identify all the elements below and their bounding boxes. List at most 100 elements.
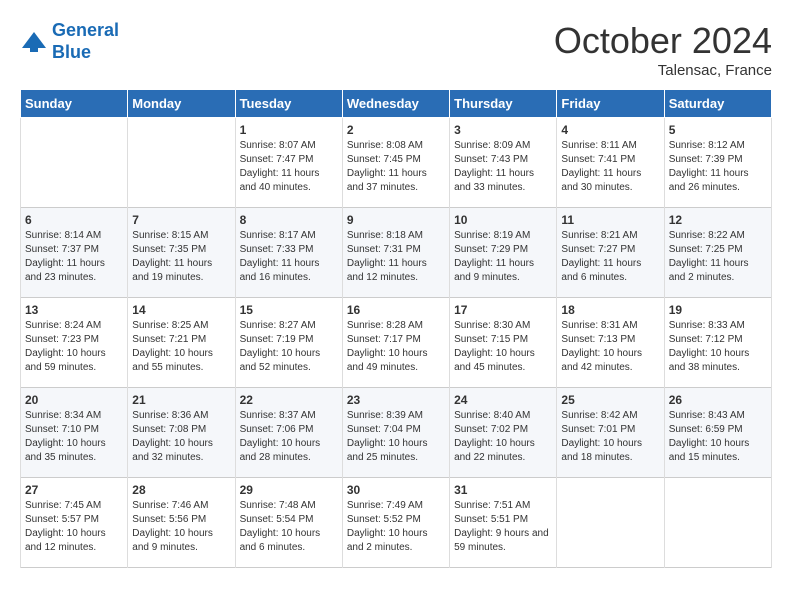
day-number: 15	[240, 303, 338, 317]
day-number: 17	[454, 303, 552, 317]
day-number: 9	[347, 213, 445, 227]
calendar-cell: 12 Sunrise: 8:22 AM Sunset: 7:25 PM Dayli…	[664, 208, 771, 298]
calendar-cell: 29Sunrise: 7:48 AM Sunset: 5:54 PM Dayli…	[235, 478, 342, 568]
calendar-cell	[128, 118, 235, 208]
logo-line1: General	[52, 20, 119, 40]
day-content: Sunrise: 8:21 AM Sunset: 7:27 PM Dayligh…	[561, 229, 659, 285]
calendar-cell	[21, 118, 128, 208]
day-header-sunday: Sunday	[21, 90, 128, 118]
day-content: Sunrise: 8:17 AM Sunset: 7:33 PM Dayligh…	[240, 229, 338, 285]
title-block: October 2024 Talensac, France	[554, 20, 772, 79]
calendar-cell: 19 Sunrise: 8:33 AM Sunset: 7:12 PM Dayli…	[664, 298, 771, 388]
calendar-header-row: SundayMondayTuesdayWednesdayThursdayFrid…	[21, 90, 772, 118]
calendar-cell: 1Sunrise: 8:07 AM Sunset: 7:47 PM Daylig…	[235, 118, 342, 208]
calendar-cell	[557, 478, 664, 568]
day-number: 8	[240, 213, 338, 227]
calendar-cell: 9 Sunrise: 8:18 AM Sunset: 7:31 PM Daylig…	[342, 208, 449, 298]
day-number: 28	[132, 483, 230, 497]
logo: General Blue	[20, 20, 119, 63]
calendar-cell: 7 Sunrise: 8:15 AM Sunset: 7:35 PM Daylig…	[128, 208, 235, 298]
calendar-body: 1Sunrise: 8:07 AM Sunset: 7:47 PM Daylig…	[21, 118, 772, 568]
day-content: Sunrise: 8:15 AM Sunset: 7:35 PM Dayligh…	[132, 229, 230, 285]
calendar-cell: 27Sunrise: 7:45 AM Sunset: 5:57 PM Dayli…	[21, 478, 128, 568]
day-number: 13	[25, 303, 123, 317]
day-number: 19	[669, 303, 767, 317]
day-number: 1	[240, 123, 338, 137]
day-content: Sunrise: 8:11 AM Sunset: 7:41 PM Dayligh…	[561, 139, 659, 195]
day-number: 30	[347, 483, 445, 497]
calendar-table: SundayMondayTuesdayWednesdayThursdayFrid…	[20, 89, 772, 568]
day-content: Sunrise: 8:40 AM Sunset: 7:02 PM Dayligh…	[454, 409, 552, 465]
day-header-monday: Monday	[128, 90, 235, 118]
calendar-week-2: 6Sunrise: 8:14 AM Sunset: 7:37 PM Daylig…	[21, 208, 772, 298]
day-content: Sunrise: 8:22 AM Sunset: 7:25 PM Dayligh…	[669, 229, 767, 285]
day-header-friday: Friday	[557, 90, 664, 118]
day-content: Sunrise: 8:36 AM Sunset: 7:08 PM Dayligh…	[132, 409, 230, 465]
day-number: 6	[25, 213, 123, 227]
day-number: 23	[347, 393, 445, 407]
calendar-cell: 6Sunrise: 8:14 AM Sunset: 7:37 PM Daylig…	[21, 208, 128, 298]
day-number: 26	[669, 393, 767, 407]
page-header: General Blue October 2024 Talensac, Fran…	[20, 20, 772, 79]
day-content: Sunrise: 8:08 AM Sunset: 7:45 PM Dayligh…	[347, 139, 445, 195]
day-number: 5	[669, 123, 767, 137]
day-number: 22	[240, 393, 338, 407]
calendar-week-4: 20 Sunrise: 8:34 AM Sunset: 7:10 PM Dayli…	[21, 388, 772, 478]
day-content: Sunrise: 8:18 AM Sunset: 7:31 PM Dayligh…	[347, 229, 445, 285]
day-content: Sunrise: 8:12 AM Sunset: 7:39 PM Dayligh…	[669, 139, 767, 195]
day-content: Sunrise: 8:09 AM Sunset: 7:43 PM Dayligh…	[454, 139, 552, 195]
calendar-cell: 4 Sunrise: 8:11 AM Sunset: 7:41 PM Daylig…	[557, 118, 664, 208]
day-number: 4	[561, 123, 659, 137]
day-number: 29	[240, 483, 338, 497]
calendar-cell: 5 Sunrise: 8:12 AM Sunset: 7:39 PM Daylig…	[664, 118, 771, 208]
day-content: Sunrise: 7:51 AM Sunset: 5:51 PM Dayligh…	[454, 499, 552, 555]
day-number: 7	[132, 213, 230, 227]
logo-text: General Blue	[52, 20, 119, 63]
calendar-cell: 18Sunrise: 8:31 AM Sunset: 7:13 PM Dayli…	[557, 298, 664, 388]
calendar-cell: 3Sunrise: 8:09 AM Sunset: 7:43 PM Daylig…	[450, 118, 557, 208]
day-content: Sunrise: 8:28 AM Sunset: 7:17 PM Dayligh…	[347, 319, 445, 375]
location: Talensac, France	[554, 62, 772, 79]
day-header-saturday: Saturday	[664, 90, 771, 118]
day-number: 20	[25, 393, 123, 407]
logo-line2: Blue	[52, 42, 119, 64]
day-number: 25	[561, 393, 659, 407]
day-header-tuesday: Tuesday	[235, 90, 342, 118]
day-header-thursday: Thursday	[450, 90, 557, 118]
calendar-cell: 22Sunrise: 8:37 AM Sunset: 7:06 PM Dayli…	[235, 388, 342, 478]
day-number: 2	[347, 123, 445, 137]
day-number: 11	[561, 213, 659, 227]
day-content: Sunrise: 8:39 AM Sunset: 7:04 PM Dayligh…	[347, 409, 445, 465]
day-number: 16	[347, 303, 445, 317]
day-number: 31	[454, 483, 552, 497]
calendar-week-5: 27Sunrise: 7:45 AM Sunset: 5:57 PM Dayli…	[21, 478, 772, 568]
day-content: Sunrise: 8:43 AM Sunset: 6:59 PM Dayligh…	[669, 409, 767, 465]
calendar-cell: 13Sunrise: 8:24 AM Sunset: 7:23 PM Dayli…	[21, 298, 128, 388]
calendar-cell: 30 Sunrise: 7:49 AM Sunset: 5:52 PM Dayli…	[342, 478, 449, 568]
day-number: 12	[669, 213, 767, 227]
day-number: 10	[454, 213, 552, 227]
calendar-cell: 11 Sunrise: 8:21 AM Sunset: 7:27 PM Dayli…	[557, 208, 664, 298]
calendar-week-1: 1Sunrise: 8:07 AM Sunset: 7:47 PM Daylig…	[21, 118, 772, 208]
day-content: Sunrise: 7:45 AM Sunset: 5:57 PM Dayligh…	[25, 499, 123, 555]
day-content: Sunrise: 8:34 AM Sunset: 7:10 PM Dayligh…	[25, 409, 123, 465]
calendar-cell: 23 Sunrise: 8:39 AM Sunset: 7:04 PM Dayli…	[342, 388, 449, 478]
calendar-cell: 8 Sunrise: 8:17 AM Sunset: 7:33 PM Daylig…	[235, 208, 342, 298]
day-content: Sunrise: 8:33 AM Sunset: 7:12 PM Dayligh…	[669, 319, 767, 375]
calendar-cell: 21 Sunrise: 8:36 AM Sunset: 7:08 PM Dayli…	[128, 388, 235, 478]
day-content: Sunrise: 7:46 AM Sunset: 5:56 PM Dayligh…	[132, 499, 230, 555]
month-title: October 2024	[554, 20, 772, 62]
day-number: 14	[132, 303, 230, 317]
calendar-cell: 14 Sunrise: 8:25 AM Sunset: 7:21 PM Dayli…	[128, 298, 235, 388]
day-header-wednesday: Wednesday	[342, 90, 449, 118]
calendar-cell: 10Sunrise: 8:19 AM Sunset: 7:29 PM Dayli…	[450, 208, 557, 298]
calendar-cell: 25Sunrise: 8:42 AM Sunset: 7:01 PM Dayli…	[557, 388, 664, 478]
day-content: Sunrise: 7:49 AM Sunset: 5:52 PM Dayligh…	[347, 499, 445, 555]
day-content: Sunrise: 8:27 AM Sunset: 7:19 PM Dayligh…	[240, 319, 338, 375]
calendar-cell: 26 Sunrise: 8:43 AM Sunset: 6:59 PM Dayli…	[664, 388, 771, 478]
day-content: Sunrise: 8:25 AM Sunset: 7:21 PM Dayligh…	[132, 319, 230, 375]
day-content: Sunrise: 8:30 AM Sunset: 7:15 PM Dayligh…	[454, 319, 552, 375]
day-number: 21	[132, 393, 230, 407]
calendar-week-3: 13Sunrise: 8:24 AM Sunset: 7:23 PM Dayli…	[21, 298, 772, 388]
calendar-cell: 17 Sunrise: 8:30 AM Sunset: 7:15 PM Dayli…	[450, 298, 557, 388]
